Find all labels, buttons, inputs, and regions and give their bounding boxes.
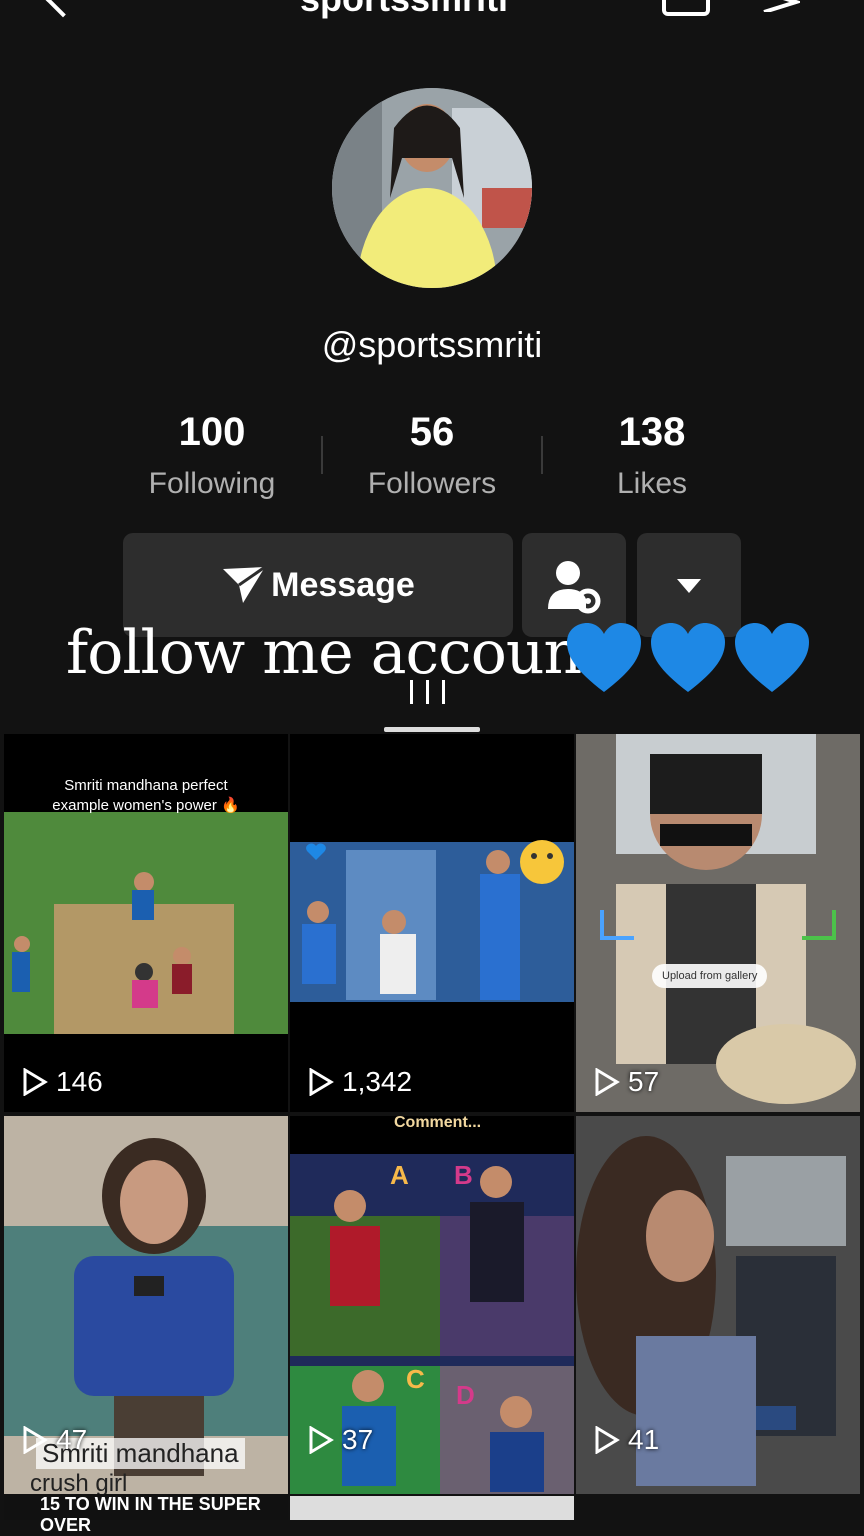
play-icon: [23, 1068, 48, 1096]
following-count: 100: [178, 410, 246, 454]
svg-text:C: C: [406, 1364, 425, 1394]
video-overlay-text: Smriti mandhana perfect example women's …: [52, 777, 240, 814]
avatar[interactable]: [332, 88, 532, 288]
likes-label: Likes: [616, 467, 688, 500]
message-label: Message: [271, 565, 415, 604]
video-tile[interactable]: A B C D Comment... 37: [290, 1116, 574, 1494]
play-icon: [595, 1426, 620, 1454]
svg-text:A: A: [390, 1160, 409, 1190]
view-count: 146: [22, 1066, 103, 1098]
play-icon: [309, 1068, 334, 1096]
video-thumbnail: [290, 840, 574, 1002]
send-icon: [223, 565, 267, 603]
view-count-value: 47: [56, 1424, 88, 1455]
play-icon: [23, 1426, 48, 1454]
view-count-value: 146: [56, 1066, 103, 1097]
overlay-caption: follow me account: [66, 618, 605, 688]
video-tile[interactable]: Upload from gallery 57: [576, 734, 860, 1112]
play-icon: [595, 1068, 620, 1096]
blue-heart-icon: [567, 623, 641, 692]
view-count: 1,342: [308, 1066, 412, 1098]
username: @sportssmriti: [321, 324, 543, 365]
followers-label: Followers: [367, 467, 497, 500]
tab-indicator: [384, 727, 480, 732]
upload-gallery-chip: Upload from gallery: [652, 964, 768, 988]
share-icon[interactable]: [760, 0, 800, 12]
view-count: 37: [308, 1424, 373, 1456]
blue-hearts: [565, 622, 811, 694]
play-icon: [309, 1426, 334, 1454]
video-overlay-banner: 15 TO WIN IN THE SUPER OVER: [4, 1494, 288, 1535]
stat-following[interactable]: 100 Following: [102, 410, 322, 501]
stat-likes[interactable]: 138 Likes: [542, 410, 762, 501]
view-count: 41: [594, 1424, 659, 1456]
likes-count: 138: [618, 410, 686, 454]
back-arrow-icon[interactable]: [44, 0, 82, 18]
notification-icon[interactable]: [662, 0, 710, 16]
video-overlay-subtext: crush girl: [30, 1470, 128, 1494]
svg-text:B: B: [454, 1160, 473, 1190]
view-count-value: 57: [628, 1066, 660, 1097]
blue-heart-icon: [651, 623, 725, 692]
blue-heart-icon: [735, 623, 809, 692]
view-count-value: 1,342: [342, 1066, 413, 1097]
following-label: Following: [148, 467, 276, 500]
video-thumbnail: [576, 734, 860, 1112]
video-tile[interactable]: Smriti mandhana perfect example women's …: [4, 734, 288, 1112]
top-bar: sportssmriti: [0, 0, 864, 20]
view-count: 47: [22, 1424, 87, 1456]
followers-count: 56: [409, 410, 455, 454]
view-count-value: 37: [342, 1424, 374, 1455]
video-overlay-text: Comment...: [394, 1116, 482, 1131]
stat-followers[interactable]: 56 Followers: [322, 410, 542, 501]
view-count-value: 41: [628, 1424, 660, 1455]
view-count: 57: [594, 1066, 659, 1098]
video-tile[interactable]: [290, 1496, 574, 1520]
video-tile[interactable]: 1,342: [290, 734, 574, 1112]
header-handle: sportssmriti: [300, 0, 508, 20]
video-tile[interactable]: 41: [576, 1116, 860, 1494]
video-tile[interactable]: Smriti mandhana crush girl 47: [4, 1116, 288, 1494]
svg-text:D: D: [456, 1380, 475, 1410]
